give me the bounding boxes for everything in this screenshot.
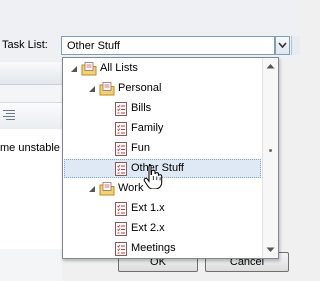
tree-node-ext-2x[interactable]: Ext 2.x <box>63 220 261 238</box>
task-list-combobox[interactable]: Other Stuff <box>61 36 275 55</box>
tree-node-meetings[interactable]: Meetings <box>63 240 261 258</box>
tree-node-personal[interactable]: Personal <box>63 80 261 98</box>
tree-node-bills[interactable]: Bills <box>63 100 261 118</box>
task-list-icon <box>115 102 127 116</box>
task-list-icon <box>115 122 127 136</box>
tree-node-label: Ext 2.x <box>131 222 165 234</box>
folder-list-icon <box>99 82 115 96</box>
scroll-thumb[interactable] <box>269 149 272 152</box>
task-list-icon <box>115 202 127 216</box>
background-window-edge <box>291 36 300 55</box>
background-header <box>0 62 62 85</box>
tree-node-label: Fun <box>131 142 150 154</box>
dropdown-scrollbar[interactable] <box>262 58 278 258</box>
background-body: me unstable <box>0 129 62 249</box>
background-window: me unstable <box>0 62 62 281</box>
task-list-icon <box>115 142 127 156</box>
background-toolbar <box>0 102 62 130</box>
collapse-triangle-icon[interactable] <box>69 64 78 73</box>
tree-node-label: Personal <box>118 82 162 94</box>
tree-node-all-lists[interactable]: All Lists <box>63 60 261 78</box>
scroll-up-arrow-icon[interactable] <box>265 61 276 72</box>
tree-node-fun[interactable]: Fun <box>63 140 261 158</box>
tree-node-family[interactable]: Family <box>63 120 261 138</box>
tree-node-label: Ext 1.x <box>131 202 165 214</box>
task-list-label: Task List: <box>2 39 48 51</box>
hand-pointer-cursor-icon <box>143 164 163 189</box>
task-list-bar: Task List: Other Stuff <box>0 0 300 62</box>
collapse-triangle-icon[interactable] <box>87 84 96 93</box>
collapse-triangle-icon[interactable] <box>87 184 96 193</box>
task-list-combobox-value: Other Stuff <box>67 40 120 52</box>
combobox-dropdown-button[interactable] <box>275 36 290 55</box>
task-list-icon <box>115 162 127 176</box>
tree-node-label: Bills <box>131 102 152 114</box>
folder-list-icon <box>81 62 97 76</box>
tree-node-label: Meetings <box>131 242 176 254</box>
tree-node-ext-1x[interactable]: Ext 1.x <box>63 200 261 218</box>
background-text: me unstable <box>0 142 60 154</box>
chevron-down-icon <box>278 42 287 49</box>
tree-node-label: Work <box>118 182 144 194</box>
align-lines-icon[interactable] <box>3 110 15 120</box>
folder-list-icon <box>99 182 115 196</box>
tree-node-label: Family <box>131 122 164 134</box>
scroll-down-arrow-icon[interactable] <box>265 244 276 255</box>
task-list-icon <box>115 242 127 256</box>
task-list-icon <box>115 222 127 236</box>
task-list-tree: All Lists Personal Bills Family Fun Othe… <box>63 58 261 258</box>
task-list-dropdown: All Lists Personal Bills Family Fun Othe… <box>62 57 279 259</box>
tree-node-label: All Lists <box>100 62 138 74</box>
